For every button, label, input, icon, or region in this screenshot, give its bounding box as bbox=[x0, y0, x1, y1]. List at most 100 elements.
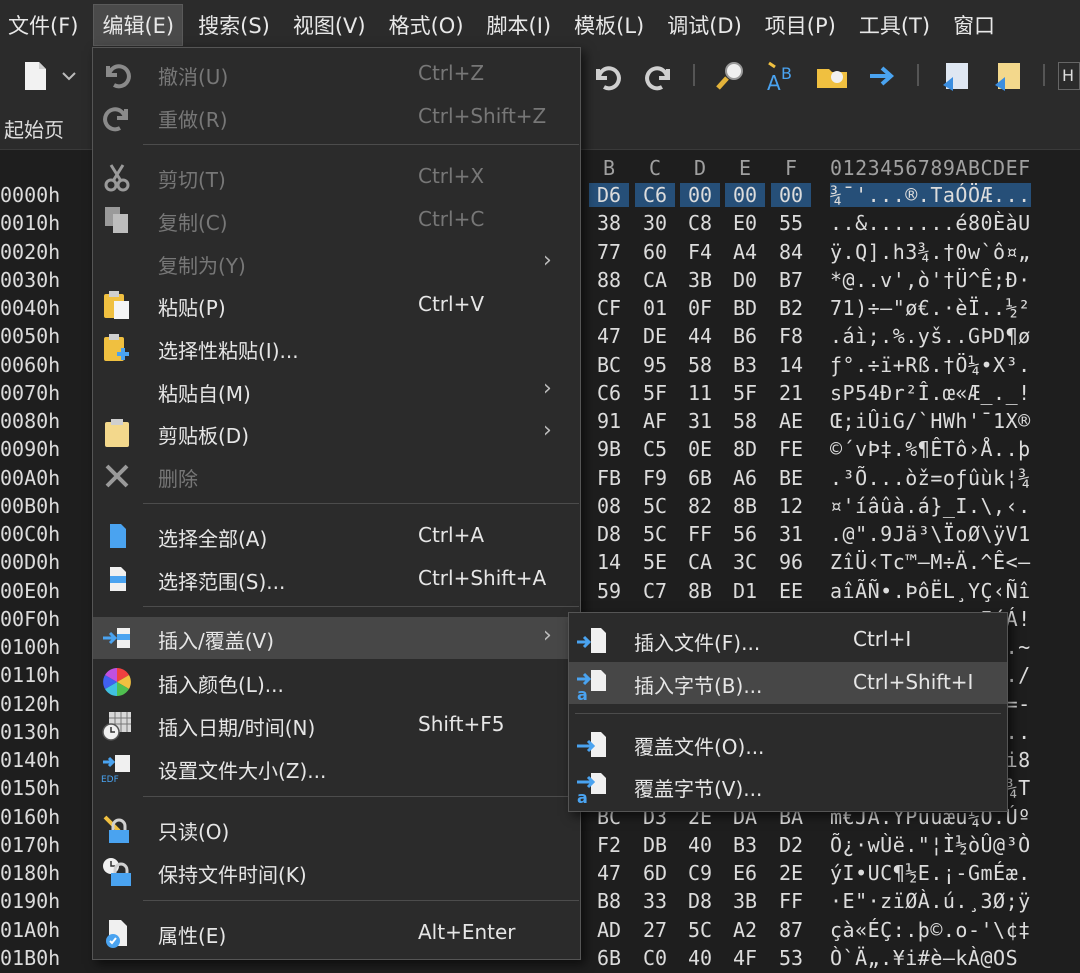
hex-byte[interactable]: E6 bbox=[725, 861, 765, 885]
hex-ascii[interactable]: ƒ°.÷ï+Rß.†Ö¼•X³. bbox=[830, 353, 1031, 377]
hex-byte[interactable]: 3B bbox=[725, 889, 765, 913]
hex-byte[interactable]: 5C bbox=[635, 522, 675, 546]
hex-ascii[interactable]: ÿ.Q].h3¾.†0w`ô¤„ bbox=[830, 240, 1031, 264]
hex-ascii[interactable]: .@".9Jä³\ÏoØ\ÿV1 bbox=[830, 522, 1031, 546]
hex-byte[interactable]: 00 bbox=[680, 183, 720, 207]
bookmark-icon[interactable] bbox=[940, 59, 974, 93]
hex-byte[interactable]: DB bbox=[635, 833, 675, 857]
hex-byte[interactable]: 6B bbox=[589, 946, 629, 970]
hex-byte[interactable]: CA bbox=[635, 268, 675, 292]
menu-script[interactable]: 脚本(I) bbox=[479, 4, 560, 46]
hex-byte[interactable]: D1 bbox=[725, 579, 765, 603]
menu-search[interactable]: 搜索(S) bbox=[190, 4, 278, 46]
hex-byte[interactable]: C0 bbox=[635, 946, 675, 970]
hex-ascii[interactable]: Ò`Ä„.¥i#è–kÀ@OS bbox=[830, 946, 1018, 970]
hex-byte[interactable]: 58 bbox=[680, 353, 720, 377]
hex-byte[interactable]: F4 bbox=[680, 240, 720, 264]
hex-byte[interactable]: 47 bbox=[589, 861, 629, 885]
hex-byte[interactable]: FF bbox=[771, 889, 811, 913]
hex-byte[interactable]: 55 bbox=[771, 211, 811, 235]
hex-byte[interactable]: B8 bbox=[589, 889, 629, 913]
hex-byte[interactable]: A4 bbox=[725, 240, 765, 264]
menu-edit[interactable]: 编辑(E) bbox=[93, 4, 184, 46]
hex-byte[interactable]: C9 bbox=[680, 861, 720, 885]
hex-ascii[interactable]: .áì;.%.yš..GÞD¶ø bbox=[830, 324, 1031, 348]
hex-byte[interactable]: DE bbox=[635, 324, 675, 348]
hex-byte[interactable]: 91 bbox=[589, 409, 629, 433]
hex-ascii[interactable]: ¤'íâûà.á}_I.\,‹. bbox=[830, 494, 1031, 518]
hex-ascii[interactable]: çà«ÉÇ:.þ©.o-'\¢‡ bbox=[830, 918, 1031, 942]
hex-byte[interactable]: 11 bbox=[680, 381, 720, 405]
hex-byte[interactable]: F9 bbox=[635, 466, 675, 490]
hex-byte[interactable]: 9B bbox=[589, 437, 629, 461]
hex-byte[interactable]: 31 bbox=[680, 409, 720, 433]
hex-byte[interactable]: B3 bbox=[725, 353, 765, 377]
hex-byte[interactable]: 27 bbox=[635, 918, 675, 942]
hex-byte[interactable]: 95 bbox=[635, 353, 675, 377]
find-icon[interactable] bbox=[713, 59, 747, 93]
hex-byte[interactable]: AD bbox=[589, 918, 629, 942]
hex-byte[interactable]: 47 bbox=[589, 324, 629, 348]
menu-item-cut[interactable]: 剪切(T) Ctrl+X bbox=[93, 156, 580, 198]
hex-byte[interactable]: B6 bbox=[725, 324, 765, 348]
hex-byte[interactable]: C8 bbox=[680, 211, 720, 235]
hex-byte[interactable]: BC bbox=[589, 353, 629, 377]
hex-byte[interactable]: 58 bbox=[725, 409, 765, 433]
hex-byte[interactable]: 77 bbox=[589, 240, 629, 264]
hex-byte[interactable]: 44 bbox=[680, 324, 720, 348]
hex-byte[interactable]: AE bbox=[771, 409, 811, 433]
hex-byte[interactable]: 33 bbox=[635, 889, 675, 913]
hex-byte[interactable]: CA bbox=[680, 550, 720, 574]
hex-byte[interactable]: 00 bbox=[725, 183, 765, 207]
hex-byte[interactable]: D8 bbox=[680, 889, 720, 913]
hex-byte[interactable]: 40 bbox=[680, 946, 720, 970]
hex-byte[interactable]: C5 bbox=[635, 437, 675, 461]
hex-byte[interactable]: 82 bbox=[680, 494, 720, 518]
hex-byte[interactable]: AF bbox=[635, 409, 675, 433]
find-in-files-icon[interactable] bbox=[815, 59, 849, 93]
menu-item-insert-color[interactable]: 插入颜色(L)... bbox=[93, 661, 580, 703]
submenu-item-insert-bytes[interactable]: a 插入字节(B)... Ctrl+Shift+I bbox=[569, 662, 1007, 704]
hex-ascii[interactable]: ZîÜ‹Tc™–M÷Ä.^Ê<– bbox=[830, 550, 1031, 574]
hex-byte[interactable]: D8 bbox=[589, 522, 629, 546]
hex-ascii[interactable]: ©´vÞ‡.%¶ÊTô›Å..þ bbox=[830, 437, 1031, 461]
menu-item-insert-overwrite[interactable]: 插入/覆盖(V) › bbox=[93, 617, 580, 659]
hex-byte[interactable]: F8 bbox=[771, 324, 811, 348]
hex-byte[interactable]: 60 bbox=[635, 240, 675, 264]
hex-byte[interactable]: D0 bbox=[725, 268, 765, 292]
new-file-icon[interactable] bbox=[18, 59, 52, 93]
hex-byte[interactable]: 5C bbox=[635, 494, 675, 518]
hex-byte[interactable]: 5E bbox=[635, 550, 675, 574]
hex-byte[interactable]: F2 bbox=[589, 833, 629, 857]
hex-byte[interactable]: 3C bbox=[725, 550, 765, 574]
hex-byte[interactable]: A2 bbox=[725, 918, 765, 942]
hex-byte[interactable]: 5F bbox=[635, 381, 675, 405]
menu-item-paste-special[interactable]: 选择性粘贴(I)... bbox=[93, 327, 580, 369]
menu-item-select-range[interactable]: 选择范围(S)... Ctrl+Shift+A bbox=[93, 558, 580, 600]
hex-byte[interactable]: BD bbox=[725, 296, 765, 320]
menu-item-keep-file-time[interactable]: 保持文件时间(K) bbox=[93, 851, 580, 893]
hex-byte[interactable]: 38 bbox=[589, 211, 629, 235]
hex-ascii[interactable]: *@..v',ò'†Ü^Ê;Ð· bbox=[830, 268, 1031, 292]
hex-byte[interactable]: 00 bbox=[771, 183, 811, 207]
hex-byte[interactable]: 3B bbox=[680, 268, 720, 292]
hex-ascii[interactable]: ýI•UC¶½E.¡-GmÉæ. bbox=[830, 861, 1031, 885]
hex-ascii[interactable]: Õ¿·wÙë."¦Ì½òÛ@³Ò bbox=[830, 833, 1031, 857]
hex-byte[interactable]: 8B bbox=[680, 579, 720, 603]
hex-byte[interactable]: 01 bbox=[635, 296, 675, 320]
hex-byte[interactable]: 5F bbox=[725, 381, 765, 405]
menu-item-insert-datetime[interactable]: 插入日期/时间(N) Shift+F5 bbox=[93, 704, 580, 746]
hex-byte[interactable]: C7 bbox=[635, 579, 675, 603]
hex-byte[interactable]: 30 bbox=[635, 211, 675, 235]
menu-item-paste[interactable]: 粘贴(P) Ctrl+V bbox=[93, 284, 580, 326]
hex-ascii[interactable]: .³Õ...òž=oƒûùk¦¾ bbox=[830, 466, 1031, 490]
hex-byte[interactable]: D6 bbox=[589, 183, 629, 207]
menu-item-copy-as[interactable]: 复制为(Y) › bbox=[93, 242, 580, 284]
hex-byte[interactable]: 8D bbox=[725, 437, 765, 461]
menu-item-properties[interactable]: 属性(E) Alt+Enter bbox=[93, 912, 580, 954]
hex-byte[interactable]: 0F bbox=[680, 296, 720, 320]
goto-icon[interactable] bbox=[866, 59, 900, 93]
hex-byte[interactable]: FF bbox=[680, 522, 720, 546]
hex-ascii[interactable]: 71)÷–"ø€.·èÏ..½² bbox=[830, 296, 1031, 320]
hex-byte[interactable]: 59 bbox=[589, 579, 629, 603]
